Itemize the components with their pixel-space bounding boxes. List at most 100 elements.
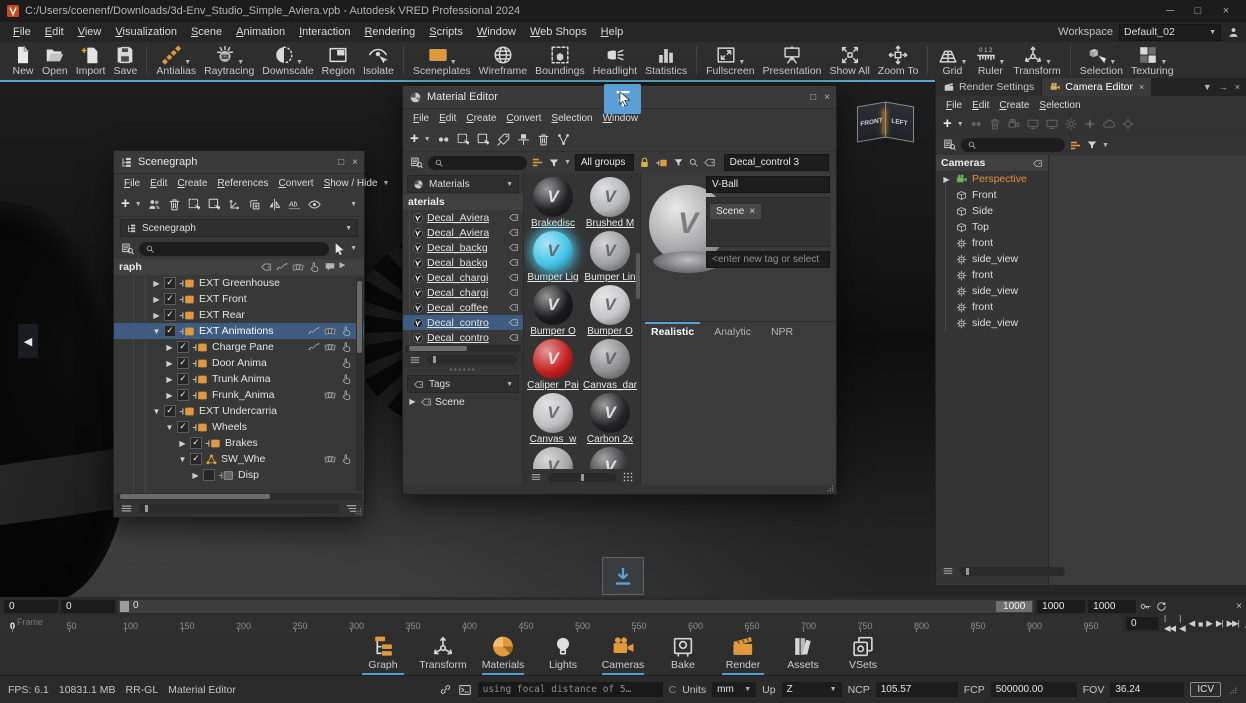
viewcube-left-face[interactable]: LEFT: [885, 101, 914, 142]
range-start-field[interactable]: 0: [4, 600, 58, 613]
fov-field[interactable]: 36.24: [1110, 682, 1184, 697]
view-cube[interactable]: FRONT LEFT: [856, 95, 914, 149]
thumbnails-vscrollbar[interactable]: [636, 253, 640, 299]
eye-icon[interactable]: [307, 197, 322, 212]
expander-icon[interactable]: ▼: [152, 407, 161, 416]
expander-icon[interactable]: ▶: [165, 391, 174, 400]
rename-ab-icon[interactable]: Ab: [287, 197, 302, 212]
scenegraph-column-header[interactable]: raph ▶: [114, 259, 364, 275]
main-menu-web-shops[interactable]: Web Shops: [523, 24, 594, 40]
tool-show-all[interactable]: Show All: [826, 43, 874, 77]
camera-item-front[interactable]: Front: [936, 187, 1048, 203]
scenegraph-menu-overflow-icon[interactable]: ▼: [383, 180, 393, 187]
pointer-rect-icon[interactable]: [476, 132, 491, 147]
cards-column-icon[interactable]: [292, 261, 304, 273]
main-menu-scripts[interactable]: Scripts: [422, 24, 470, 40]
new-tag-input[interactable]: <enter new tag or select: [706, 251, 830, 268]
trash-icon[interactable]: [167, 197, 182, 212]
mirror-icon[interactable]: [267, 197, 282, 212]
tag-icon[interactable]: [508, 317, 519, 328]
module-bake[interactable]: Bake: [658, 632, 708, 675]
tab-npr[interactable]: NPR: [761, 322, 803, 342]
tree-item-disp[interactable]: ▶Disp: [114, 467, 364, 483]
range-right-handle[interactable]: 1000: [996, 601, 1032, 612]
timeline-range-slider[interactable]: 0 1000: [118, 600, 1034, 613]
expander-icon[interactable]: ▼: [152, 327, 161, 336]
visibility-checkbox[interactable]: ✓: [164, 309, 176, 321]
tree-item-frunk-anima[interactable]: ▶✓Frunk_Anima: [114, 387, 364, 403]
tool-grid[interactable]: ▼Grid: [933, 43, 971, 77]
scenegraph-menu-file[interactable]: File: [119, 177, 145, 190]
tag-chip-area[interactable]: Scene ×: [706, 197, 830, 247]
frame-ruler[interactable]: Frame 0501001502002503003504004505005506…: [0, 615, 1122, 632]
material-item-decal-coffee[interactable]: Decal_coffee: [403, 300, 523, 315]
module-lights[interactable]: Lights: [538, 632, 588, 675]
main-menu-scene[interactable]: Scene: [184, 24, 229, 40]
camera-item-front[interactable]: front: [936, 267, 1048, 283]
material-thumbnail-bumper-o[interactable]: VBumper O: [527, 285, 579, 337]
key-icon[interactable]: [1139, 600, 1152, 613]
add-caret-icon[interactable]: ▼: [957, 121, 964, 128]
add-node-button[interactable]: +: [121, 197, 130, 211]
pointer-rect-icon[interactable]: [207, 197, 222, 212]
visibility-checkbox[interactable]: ✓: [177, 421, 189, 433]
module-transform[interactable]: Transform: [418, 632, 468, 675]
stop-button[interactable]: ■: [1196, 619, 1204, 629]
range-left-handle[interactable]: [120, 601, 129, 612]
material-item-decal-backg[interactable]: Decal_backg: [403, 255, 523, 270]
tags-dropdown[interactable]: Tags ▼: [407, 375, 519, 393]
toolbar-overflow-icon[interactable]: ▼: [350, 201, 357, 208]
tool-isolate[interactable]: Isolate: [359, 43, 398, 77]
material-editor-maximize[interactable]: □: [810, 92, 816, 103]
material-preview[interactable]: V V-Ball Scene × <enter new tag or selec…: [641, 173, 836, 321]
skip-end-button[interactable]: ▶▶|: [1225, 618, 1241, 629]
next-frame-button[interactable]: ▶|: [1214, 618, 1225, 629]
tag-icon[interactable]: [508, 302, 519, 313]
material-name-field[interactable]: Decal_control 3: [724, 154, 829, 171]
tool-presentation[interactable]: Presentation: [759, 43, 826, 77]
list-options-icon[interactable]: [530, 471, 542, 483]
visibility-checkbox[interactable]: ✓: [164, 325, 176, 337]
camera-editor-menu-selection[interactable]: Selection: [1034, 99, 1085, 112]
tool-import[interactable]: Import: [72, 43, 110, 77]
visibility-checkbox[interactable]: ✓: [164, 405, 176, 417]
squeegee-icon[interactable]: [516, 132, 531, 147]
material-item-decal-contro[interactable]: Decal_contro: [403, 315, 523, 330]
badge-overflow-icon[interactable]: ▶: [340, 261, 345, 273]
tree-item-ext-undercarria[interactable]: ▼✓EXT Undercarria: [114, 403, 364, 419]
loop-icon[interactable]: [1155, 600, 1168, 613]
camera-item-side-view[interactable]: side_view: [936, 283, 1048, 299]
tab-realistic[interactable]: Realistic: [641, 322, 704, 342]
visibility-checkbox[interactable]: [203, 469, 215, 481]
material-thumbnail-bumper-o[interactable]: VBumper O: [584, 285, 636, 337]
link-icon[interactable]: [439, 683, 452, 696]
units-dropdown[interactable]: mm▼: [712, 682, 756, 697]
tree-item-ext-rear[interactable]: ▶✓EXT Rear: [114, 307, 364, 323]
tool-downscale[interactable]: ▼Downscale: [258, 43, 317, 77]
grid-view-icon[interactable]: [622, 471, 634, 483]
material-thumbnail-partial[interactable]: V: [527, 447, 579, 469]
tool-wireframe[interactable]: Wireframe: [475, 43, 531, 77]
tree-item-wheels[interactable]: ▼✓Wheels: [114, 419, 364, 435]
camera-search-input[interactable]: [961, 138, 1065, 152]
dup-axis-icon[interactable]: [247, 197, 262, 212]
material-item-decal-contro[interactable]: Decal_contro: [403, 330, 523, 345]
scenegraph-menu-show-hide[interactable]: Show / Hide: [319, 177, 383, 190]
workspace-dropdown[interactable]: Default_02▼: [1119, 24, 1221, 41]
resize-grip[interactable]: [824, 482, 835, 493]
visibility-checkbox[interactable]: ✓: [164, 293, 176, 305]
expander-icon[interactable]: ▼: [178, 455, 187, 464]
scenegraph-menu-convert[interactable]: Convert: [274, 177, 319, 190]
module-vsets[interactable]: VSets: [838, 632, 888, 675]
search-options-icon[interactable]: [943, 138, 957, 152]
expander-icon[interactable]: ▶: [152, 311, 161, 320]
material-editor-menu-selection[interactable]: Selection: [546, 112, 597, 125]
add-caret-icon[interactable]: ▼: [424, 136, 431, 143]
tool-save[interactable]: Save: [109, 43, 141, 77]
material-thumbnail-partial[interactable]: V: [584, 447, 636, 469]
tool-open[interactable]: Open: [38, 43, 72, 77]
splitter-handle[interactable]: ••••••: [403, 367, 523, 374]
tool-region[interactable]: Region: [318, 43, 359, 77]
scenegraph-menu-edit[interactable]: Edit: [145, 177, 172, 190]
module-assets[interactable]: Assets: [778, 632, 828, 675]
